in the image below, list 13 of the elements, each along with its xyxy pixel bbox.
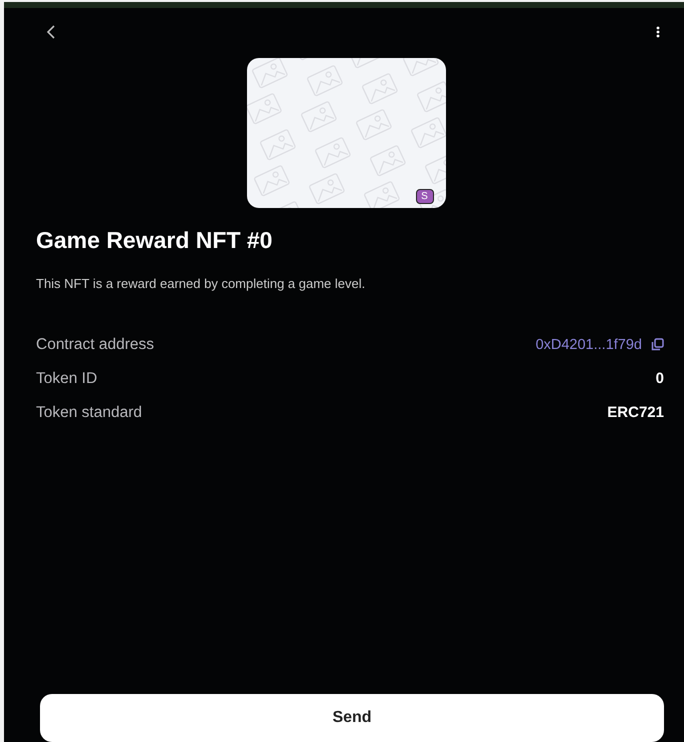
copy-icon[interactable] [651,338,664,351]
chain-badge: S [416,189,434,204]
contract-address-link[interactable]: 0xD4201...1f79d [536,336,642,352]
detail-label: Token ID [36,370,98,388]
detail-label: Token standard [36,404,142,422]
detail-value: 0 [656,370,664,387]
more-icon[interactable] [656,26,660,38]
nft-description: This NFT is a reward earned by completing a game level. [36,276,366,291]
detail-value: ERC721 [607,404,664,421]
back-icon[interactable] [46,24,56,40]
nft-title: Game Reward NFT #0 [36,227,272,254]
send-button[interactable]: Send [40,694,664,742]
detail-label: Contract address [36,336,154,354]
